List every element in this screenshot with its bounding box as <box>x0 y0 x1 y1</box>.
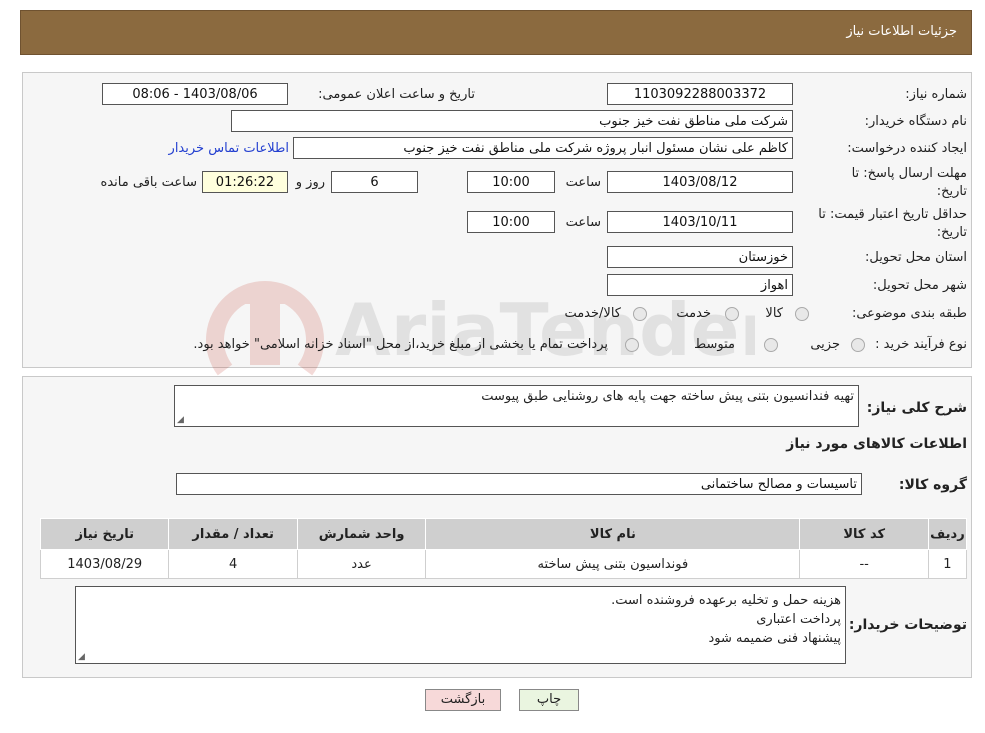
cell-qty: 4 <box>168 549 298 579</box>
category-goods-service-radio[interactable] <box>633 307 647 321</box>
category-goods-radio[interactable] <box>795 307 809 321</box>
col-unit-header: واحد شمارش <box>296 518 427 550</box>
buyer-note-line: هزینه حمل و تخلیه برعهده فروشنده است. <box>611 593 841 608</box>
col-qty-header: تعداد / مقدار <box>168 518 298 550</box>
summary-label: شرح کلی نیاز: <box>866 400 967 416</box>
city-label: شهر محل تحویل: <box>872 278 967 293</box>
validity-date-field: 1403/10/11 <box>607 211 793 233</box>
announce-datetime-field: 1403/08/06 - 08:06 <box>102 83 288 105</box>
col-code-header: کد کالا <box>799 518 929 550</box>
cell-code: -- <box>799 549 929 579</box>
need-number-label: شماره نیاز: <box>905 87 967 102</box>
validity-time-label: ساعت <box>565 215 601 230</box>
purchase-minor-label: جزیی <box>810 337 840 352</box>
cell-name: فونداسیون بتنی پیش ساخته <box>425 549 801 579</box>
announce-label: تاریخ و ساعت اعلان عمومی: <box>318 87 475 102</box>
category-service-label: خدمت <box>676 306 711 321</box>
deadline-label-date: تاریخ: <box>936 184 967 199</box>
col-row-header: ردیف <box>927 518 968 550</box>
summary-text: تهیه فندانسیون بتنی پیش ساخته جهت پایه ه… <box>481 389 854 404</box>
resize-grip-icon[interactable]: ◢ <box>78 652 85 662</box>
validity-label: حداقل تاریخ اعتبار قیمت: تا <box>818 207 967 222</box>
validity-time-field: 10:00 <box>467 211 555 233</box>
cell-date: 1403/08/29 <box>39 549 170 579</box>
goods-group-field: تاسیسات و مصالح ساختمانی <box>176 473 862 495</box>
buyer-notes-text: هزینه حمل و تخلیه برعهده فروشنده است. پر… <box>611 591 841 648</box>
col-date-header: تاریخ نیاز <box>39 518 170 550</box>
page-header: جزئیات اطلاعات نیاز <box>20 10 972 55</box>
category-label: طبقه بندی موضوعی: <box>851 306 967 321</box>
cell-unit: عدد <box>296 549 427 579</box>
category-goods-label: کالا <box>765 306 783 321</box>
province-field: خوزستان <box>607 246 793 268</box>
treasury-payment-checkbox[interactable] <box>625 338 639 352</box>
buyer-note-line: پیشنهاد فنی ضمیمه شود <box>708 631 841 646</box>
category-service-radio[interactable] <box>725 307 739 321</box>
requester-label: ایجاد کننده درخواست: <box>847 141 967 156</box>
buyer-org-field: شرکت ملی مناطق نفت خیز جنوب <box>231 110 793 132</box>
buyer-notes-textarea[interactable]: هزینه حمل و تخلیه برعهده فروشنده است. پر… <box>75 586 846 664</box>
category-goods-service-label: کالا/خدمت <box>564 306 621 321</box>
page-title: جزئیات اطلاعات نیاز <box>846 24 957 39</box>
deadline-date-field: 1403/08/12 <box>607 171 793 193</box>
remaining-label: ساعت باقی مانده <box>100 175 197 190</box>
deadline-time-field: 10:00 <box>467 171 555 193</box>
purchase-medium-label: متوسط <box>694 337 735 352</box>
col-name-header: نام کالا <box>425 518 801 550</box>
remaining-days-field: 6 <box>331 171 418 193</box>
deadline-time-label: ساعت <box>565 175 601 190</box>
need-number-field: 1103092288003372 <box>607 83 793 105</box>
days-label: روز و <box>295 175 325 190</box>
goods-table: ردیف کد کالا نام کالا واحد شمارش تعداد /… <box>39 518 968 579</box>
table-row: 1 -- فونداسیون بتنی پیش ساخته عدد 4 1403… <box>39 549 968 579</box>
contact-info-link[interactable]: اطلاعات تماس خریدار <box>169 141 289 156</box>
cell-row: 1 <box>927 549 968 579</box>
print-button[interactable]: چاپ <box>519 689 579 711</box>
purchase-note: پرداخت تمام یا بخشی از مبلغ خرید،از محل … <box>193 337 608 352</box>
buyer-note-line: پرداخت اعتباری <box>756 612 841 627</box>
validity-label-date: تاریخ: <box>936 225 967 240</box>
table-header-row: ردیف کد کالا نام کالا واحد شمارش تعداد /… <box>39 518 968 550</box>
province-label: استان محل تحویل: <box>865 250 967 265</box>
city-field: اهواز <box>607 274 793 296</box>
summary-textarea[interactable]: تهیه فندانسیون بتنی پیش ساخته جهت پایه ه… <box>174 385 859 427</box>
purchase-type-label: نوع فرآیند خرید : <box>875 337 967 352</box>
resize-grip-icon[interactable]: ◢ <box>177 415 184 425</box>
buyer-notes-label: توضیحات خریدار: <box>848 617 967 633</box>
purchase-minor-radio[interactable] <box>851 338 865 352</box>
goods-group-label: گروه کالا: <box>898 477 967 493</box>
remaining-time-field: 01:26:22 <box>202 171 288 193</box>
requester-field: کاظم علی نشان مسئول انبار پروژه شرکت ملی… <box>293 137 793 159</box>
deadline-label: مهلت ارسال پاسخ: تا <box>851 166 967 181</box>
goods-info-title: اطلاعات کالاهای مورد نیاز <box>786 436 967 452</box>
back-button[interactable]: بازگشت <box>425 689 501 711</box>
purchase-medium-radio[interactable] <box>764 338 778 352</box>
buyer-org-label: نام دستگاه خریدار: <box>864 114 967 129</box>
